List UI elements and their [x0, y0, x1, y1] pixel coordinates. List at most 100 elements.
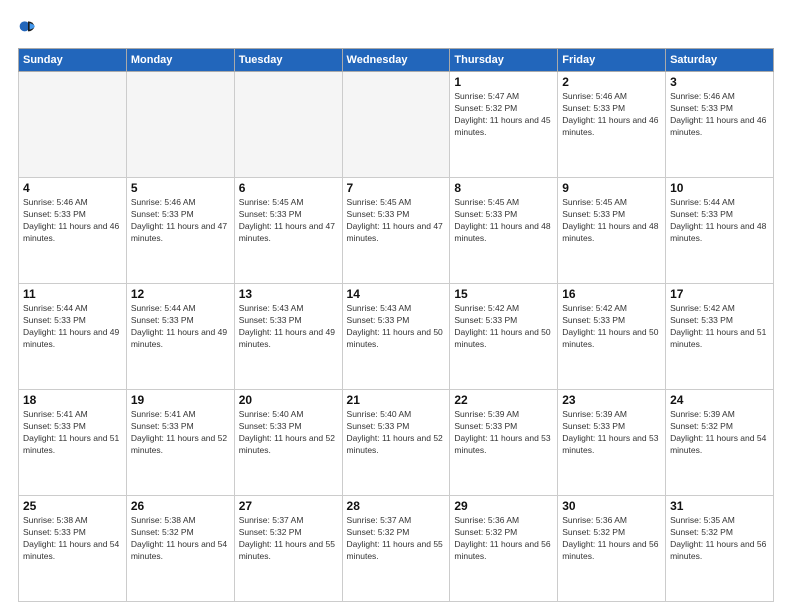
- calendar-day-cell: 4 Sunrise: 5:46 AMSunset: 5:33 PMDaylight…: [19, 178, 127, 284]
- calendar-day-cell: 25 Sunrise: 5:38 AMSunset: 5:33 PMDayligh…: [19, 496, 127, 602]
- day-info: Sunrise: 5:43 AMSunset: 5:33 PMDaylight:…: [239, 303, 338, 351]
- day-of-week-header: Wednesday: [342, 49, 450, 72]
- day-number: 28: [347, 499, 446, 513]
- day-number: 19: [131, 393, 230, 407]
- calendar-day-cell: 18Sunrise: 5:41 AMSunset: 5:33 PMDayligh…: [19, 390, 127, 496]
- day-number: 10: [670, 181, 769, 195]
- day-number: 21: [347, 393, 446, 407]
- calendar-day-cell: 9Sunrise: 5:45 AMSunset: 5:33 PMDaylight…: [558, 178, 666, 284]
- day-number: 12: [131, 287, 230, 301]
- day-info: Sunrise: 5:35 AMSunset: 5:32 PMDaylight:…: [670, 515, 769, 563]
- day-of-week-header: Thursday: [450, 49, 558, 72]
- day-number: 4: [23, 181, 122, 195]
- day-info: Sunrise: 5:45 AMSunset: 5:33 PMDaylight:…: [454, 197, 553, 245]
- day-number: 16: [562, 287, 661, 301]
- calendar-day-cell: 27 Sunrise: 5:37 AMSunset: 5:32 PMDayligh…: [234, 496, 342, 602]
- calendar-day-cell: 20 Sunrise: 5:40 AMSunset: 5:33 PMDayligh…: [234, 390, 342, 496]
- calendar-day-cell: 17 Sunrise: 5:42 AMSunset: 5:33 PMDayligh…: [666, 284, 774, 390]
- day-info: Sunrise: 5:40 AMSunset: 5:33 PMDaylight:…: [239, 409, 338, 457]
- day-number: 8: [454, 181, 553, 195]
- calendar-day-cell: 28 Sunrise: 5:37 AMSunset: 5:32 PMDayligh…: [342, 496, 450, 602]
- day-info: Sunrise: 5:46 AMSunset: 5:33 PMDaylight:…: [562, 91, 661, 139]
- day-info: Sunrise: 5:46 AMSunset: 5:33 PMDaylight:…: [670, 91, 769, 139]
- calendar-week-row: 11 Sunrise: 5:44 AMSunset: 5:33 PMDayligh…: [19, 284, 774, 390]
- day-info: Sunrise: 5:45 AMSunset: 5:33 PMDaylight:…: [239, 197, 338, 245]
- day-number: 6: [239, 181, 338, 195]
- calendar-day-cell: 26Sunrise: 5:38 AMSunset: 5:32 PMDayligh…: [126, 496, 234, 602]
- calendar-day-cell: 5 Sunrise: 5:46 AMSunset: 5:33 PMDaylight…: [126, 178, 234, 284]
- calendar-day-cell: 13 Sunrise: 5:43 AMSunset: 5:33 PMDayligh…: [234, 284, 342, 390]
- calendar-day-cell: 7Sunrise: 5:45 AMSunset: 5:33 PMDaylight…: [342, 178, 450, 284]
- day-info: Sunrise: 5:44 AMSunset: 5:33 PMDaylight:…: [131, 303, 230, 351]
- day-number: 2: [562, 75, 661, 89]
- day-info: Sunrise: 5:36 AMSunset: 5:32 PMDaylight:…: [562, 515, 661, 563]
- day-info: Sunrise: 5:42 AMSunset: 5:33 PMDaylight:…: [670, 303, 769, 351]
- calendar-day-cell: 31 Sunrise: 5:35 AMSunset: 5:32 PMDayligh…: [666, 496, 774, 602]
- day-info: Sunrise: 5:41 AMSunset: 5:33 PMDaylight:…: [131, 409, 230, 457]
- day-number: 22: [454, 393, 553, 407]
- calendar-day-cell: 16 Sunrise: 5:42 AMSunset: 5:33 PMDayligh…: [558, 284, 666, 390]
- calendar-day-cell: 24 Sunrise: 5:39 AMSunset: 5:32 PMDayligh…: [666, 390, 774, 496]
- logo-icon: [18, 18, 38, 38]
- calendar-day-cell: [342, 72, 450, 178]
- calendar-week-row: 25 Sunrise: 5:38 AMSunset: 5:33 PMDayligh…: [19, 496, 774, 602]
- calendar-week-row: 4 Sunrise: 5:46 AMSunset: 5:33 PMDaylight…: [19, 178, 774, 284]
- day-number: 30: [562, 499, 661, 513]
- day-number: 20: [239, 393, 338, 407]
- day-of-week-header: Sunday: [19, 49, 127, 72]
- day-number: 23: [562, 393, 661, 407]
- day-number: 25: [23, 499, 122, 513]
- day-info: Sunrise: 5:42 AMSunset: 5:33 PMDaylight:…: [562, 303, 661, 351]
- day-of-week-header: Saturday: [666, 49, 774, 72]
- calendar-day-cell: 22Sunrise: 5:39 AMSunset: 5:33 PMDayligh…: [450, 390, 558, 496]
- calendar-day-cell: 29 Sunrise: 5:36 AMSunset: 5:32 PMDayligh…: [450, 496, 558, 602]
- day-number: 17: [670, 287, 769, 301]
- day-info: Sunrise: 5:40 AMSunset: 5:33 PMDaylight:…: [347, 409, 446, 457]
- day-number: 14: [347, 287, 446, 301]
- day-of-week-header: Friday: [558, 49, 666, 72]
- calendar: SundayMondayTuesdayWednesdayThursdayFrid…: [18, 48, 774, 602]
- day-info: Sunrise: 5:47 AMSunset: 5:32 PMDaylight:…: [454, 91, 553, 139]
- day-number: 13: [239, 287, 338, 301]
- calendar-day-cell: [19, 72, 127, 178]
- calendar-day-cell: [126, 72, 234, 178]
- calendar-day-cell: 10 Sunrise: 5:44 AMSunset: 5:33 PMDayligh…: [666, 178, 774, 284]
- calendar-day-cell: 23Sunrise: 5:39 AMSunset: 5:33 PMDayligh…: [558, 390, 666, 496]
- day-info: Sunrise: 5:46 AMSunset: 5:33 PMDaylight:…: [131, 197, 230, 245]
- calendar-day-cell: 21 Sunrise: 5:40 AMSunset: 5:33 PMDayligh…: [342, 390, 450, 496]
- day-number: 11: [23, 287, 122, 301]
- day-of-week-header: Monday: [126, 49, 234, 72]
- calendar-day-cell: 2 Sunrise: 5:46 AMSunset: 5:33 PMDaylight…: [558, 72, 666, 178]
- day-number: 5: [131, 181, 230, 195]
- day-number: 27: [239, 499, 338, 513]
- day-number: 7: [347, 181, 446, 195]
- calendar-week-row: 1 Sunrise: 5:47 AMSunset: 5:32 PMDaylight…: [19, 72, 774, 178]
- day-info: Sunrise: 5:46 AMSunset: 5:33 PMDaylight:…: [23, 197, 122, 245]
- day-number: 24: [670, 393, 769, 407]
- day-of-week-header: Tuesday: [234, 49, 342, 72]
- day-info: Sunrise: 5:36 AMSunset: 5:32 PMDaylight:…: [454, 515, 553, 563]
- day-info: Sunrise: 5:42 AMSunset: 5:33 PMDaylight:…: [454, 303, 553, 351]
- calendar-day-cell: 12 Sunrise: 5:44 AMSunset: 5:33 PMDayligh…: [126, 284, 234, 390]
- day-info: Sunrise: 5:43 AMSunset: 5:33 PMDaylight:…: [347, 303, 446, 351]
- calendar-day-cell: 30 Sunrise: 5:36 AMSunset: 5:32 PMDayligh…: [558, 496, 666, 602]
- day-info: Sunrise: 5:39 AMSunset: 5:32 PMDaylight:…: [670, 409, 769, 457]
- day-number: 3: [670, 75, 769, 89]
- calendar-day-cell: 3 Sunrise: 5:46 AMSunset: 5:33 PMDaylight…: [666, 72, 774, 178]
- day-info: Sunrise: 5:41 AMSunset: 5:33 PMDaylight:…: [23, 409, 122, 457]
- day-number: 9: [562, 181, 661, 195]
- day-number: 1: [454, 75, 553, 89]
- day-info: Sunrise: 5:38 AMSunset: 5:32 PMDaylight:…: [131, 515, 230, 563]
- day-number: 31: [670, 499, 769, 513]
- day-number: 29: [454, 499, 553, 513]
- calendar-day-cell: 14 Sunrise: 5:43 AMSunset: 5:33 PMDayligh…: [342, 284, 450, 390]
- day-info: Sunrise: 5:44 AMSunset: 5:33 PMDaylight:…: [23, 303, 122, 351]
- calendar-day-cell: 6 Sunrise: 5:45 AMSunset: 5:33 PMDaylight…: [234, 178, 342, 284]
- calendar-week-row: 18Sunrise: 5:41 AMSunset: 5:33 PMDayligh…: [19, 390, 774, 496]
- day-info: Sunrise: 5:38 AMSunset: 5:33 PMDaylight:…: [23, 515, 122, 563]
- day-info: Sunrise: 5:44 AMSunset: 5:33 PMDaylight:…: [670, 197, 769, 245]
- calendar-day-cell: 1 Sunrise: 5:47 AMSunset: 5:32 PMDaylight…: [450, 72, 558, 178]
- day-info: Sunrise: 5:37 AMSunset: 5:32 PMDaylight:…: [239, 515, 338, 563]
- calendar-day-cell: 19 Sunrise: 5:41 AMSunset: 5:33 PMDayligh…: [126, 390, 234, 496]
- day-info: Sunrise: 5:37 AMSunset: 5:32 PMDaylight:…: [347, 515, 446, 563]
